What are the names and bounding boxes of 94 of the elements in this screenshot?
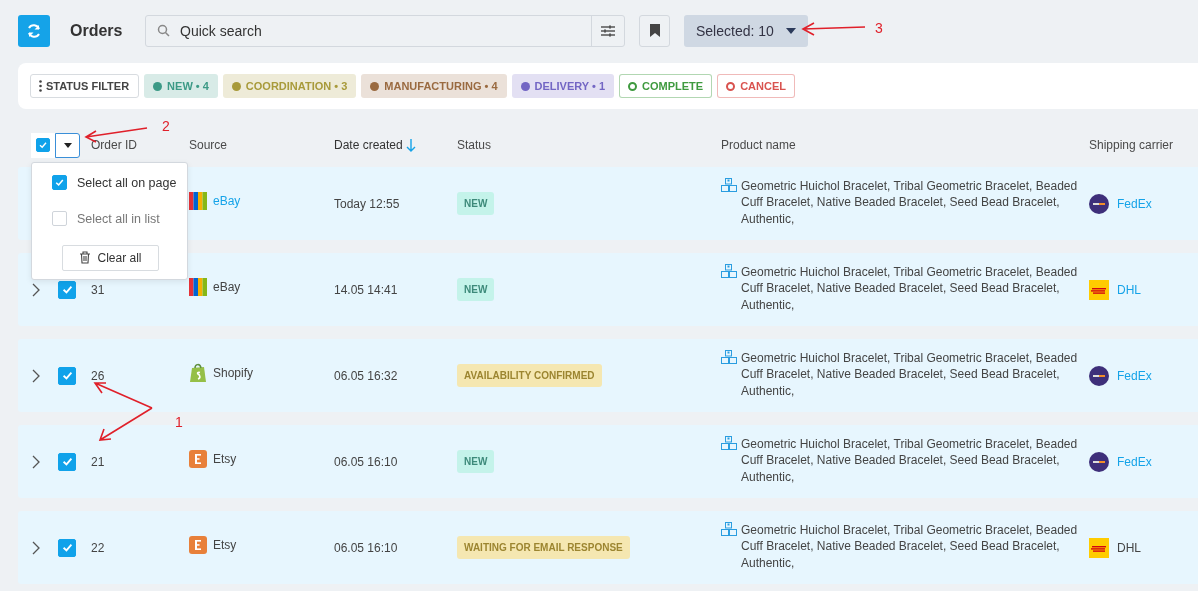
checkbox[interactable]	[52, 175, 67, 190]
boxes-icon	[721, 435, 737, 450]
source-logo-icon	[189, 535, 207, 554]
carrier-logo-icon	[1089, 365, 1109, 386]
trash-icon	[79, 251, 92, 264]
order-row[interactable]: 22 Etsy 06.05 16:10 WAITING FOR EMAIL RESPONSE Geometric Huichol Bracelet, Tribal Geometric Bracelet, Beaded Cuff Bracelet, Native Beaded Bracelet, Seed Bead Bracelet, Authentic, DHL	[18, 511, 1198, 584]
status-chip[interactable]: COMPLETE	[619, 74, 713, 98]
order-id: 22	[91, 540, 106, 555]
boxes-icon	[721, 349, 737, 364]
search-input[interactable]: Quick search	[178, 21, 591, 40]
boxes-icon	[721, 521, 737, 536]
source-logo-icon	[189, 191, 207, 210]
carrier-logo-icon	[1089, 537, 1109, 558]
source-logo-icon	[189, 449, 207, 468]
source-logo-icon	[189, 277, 207, 296]
annotation-number: 2	[162, 118, 170, 134]
vertical-dots-icon	[39, 80, 42, 92]
sort-arrow-icon	[405, 138, 416, 152]
carrier-link[interactable]: DHL	[1117, 540, 1141, 555]
status-badge: NEW	[457, 192, 495, 215]
order-id: 31	[91, 282, 106, 297]
search-field[interactable]: Quick search	[145, 14, 625, 47]
search-icon	[157, 24, 170, 37]
select-options-button[interactable]	[55, 132, 80, 158]
status-chip[interactable]: MANUFACTURING • 4	[361, 74, 507, 98]
product-name: Geometric Huichol Bracelet, Tribal Geometric Bracelet, Beaded Cuff Bracelet, Native Beaded Bracelet, Seed Bead Bracelet, Authentic,	[741, 435, 1079, 486]
caret-icon	[785, 27, 796, 34]
row-checkbox[interactable]	[58, 538, 76, 557]
annotation-number: 3	[875, 20, 883, 36]
expand-chevron-icon[interactable]	[32, 282, 40, 297]
select-all-checkbox[interactable]	[36, 138, 50, 152]
status-chip[interactable]: CANCEL	[717, 74, 795, 98]
column-header[interactable]: Product name	[721, 138, 796, 152]
checkmark-icon	[54, 177, 65, 188]
column-header[interactable]: Status	[457, 138, 492, 152]
status-chip[interactable]: DELIVERY • 1	[511, 74, 615, 98]
bookmark-icon	[649, 24, 660, 37]
column-header[interactable]: Shipping carrier	[1089, 138, 1174, 152]
sliders-icon	[600, 23, 616, 38]
shopping-bag-icon	[189, 362, 207, 383]
annotation-arrow	[93, 382, 153, 441]
status-badge: NEW	[457, 278, 495, 301]
date-created: 14.05 14:41	[334, 282, 399, 297]
checkbox[interactable]	[52, 211, 67, 226]
order-id: 26	[91, 368, 106, 383]
clear-all-button[interactable]: Clear all	[62, 244, 159, 271]
row-checkbox[interactable]	[58, 452, 76, 471]
page-title: Orders	[70, 21, 124, 40]
source-link[interactable]: eBay	[213, 279, 241, 294]
refresh-button[interactable]	[18, 14, 50, 47]
status-filter-button[interactable]: STATUS FILTER	[30, 74, 140, 98]
status-badge: AVAILABILITY CONFIRMED	[457, 364, 602, 387]
date-created: Today 12:55	[334, 196, 401, 211]
status-badge: WAITING FOR EMAIL RESPONSE	[457, 536, 630, 559]
source-link[interactable]: Shopify	[213, 365, 254, 380]
order-row[interactable]: 26 Shopify 06.05 16:32 AVAILABILITY CONFIRMED Geometric Huichol Bracelet, Tribal Geometric Bracelet, Beaded Cuff Bracelet, Native Beaded Bracelet, Seed Bead Bracelet, Authentic, FedEx	[18, 339, 1198, 412]
product-name: Geometric Huichol Bracelet, Tribal Geometric Bracelet, Beaded Cuff Bracelet, Native Beaded Bracelet, Seed Bead Bracelet, Authentic,	[741, 349, 1079, 400]
carrier-logo-icon	[1089, 451, 1109, 472]
boxes-icon	[721, 177, 737, 192]
menu-item[interactable]: Select all on page	[32, 164, 187, 201]
bookmark-button[interactable]	[639, 14, 670, 47]
order-id: 21	[91, 454, 106, 469]
product-name: Geometric Huichol Bracelet, Tribal Geometric Bracelet, Beaded Cuff Bracelet, Native Beaded Bracelet, Seed Bead Bracelet, Authentic,	[741, 177, 1079, 228]
source-link[interactable]: Etsy	[213, 451, 237, 466]
checkmark-icon	[60, 283, 74, 296]
date-created: 06.05 16:10	[334, 540, 399, 555]
column-header[interactable]: Date created	[334, 138, 403, 152]
checkmark-icon	[60, 541, 74, 554]
column-header[interactable]: Order ID	[91, 138, 137, 152]
checkmark-icon	[60, 369, 74, 382]
annotation-arrow	[801, 22, 866, 36]
product-name: Geometric Huichol Bracelet, Tribal Geometric Bracelet, Beaded Cuff Bracelet, Native Beaded Bracelet, Seed Bead Bracelet, Authentic,	[741, 521, 1079, 572]
status-badge: NEW	[457, 450, 495, 473]
expand-chevron-icon[interactable]	[32, 368, 40, 383]
caret-icon	[63, 142, 72, 148]
source-link[interactable]: Etsy	[213, 537, 237, 552]
carrier-logo-icon	[1089, 279, 1109, 300]
column-header[interactable]: Source	[189, 138, 228, 152]
expand-chevron-icon[interactable]	[32, 540, 40, 555]
menu-item-label: Select all on page	[77, 175, 177, 190]
date-created: 06.05 16:10	[334, 454, 399, 469]
date-created: 06.05 16:32	[334, 368, 399, 383]
menu-item[interactable]: Select all in list	[32, 200, 187, 237]
checkmark-icon	[38, 140, 48, 150]
selected-dropdown-button[interactable]: Selected: 10	[684, 14, 808, 47]
boxes-icon	[721, 263, 737, 278]
checkmark-icon	[60, 455, 74, 468]
menu-item-label: Select all in list	[77, 211, 160, 226]
row-checkbox[interactable]	[58, 366, 76, 385]
refresh-icon	[26, 22, 42, 39]
expand-chevron-icon[interactable]	[32, 454, 40, 469]
row-checkbox[interactable]	[58, 280, 76, 299]
product-name: Geometric Huichol Bracelet, Tribal Geometric Bracelet, Beaded Cuff Bracelet, Native Beaded Bracelet, Seed Bead Bracelet, Authentic,	[741, 263, 1079, 314]
carrier-logo-icon	[1089, 193, 1109, 214]
